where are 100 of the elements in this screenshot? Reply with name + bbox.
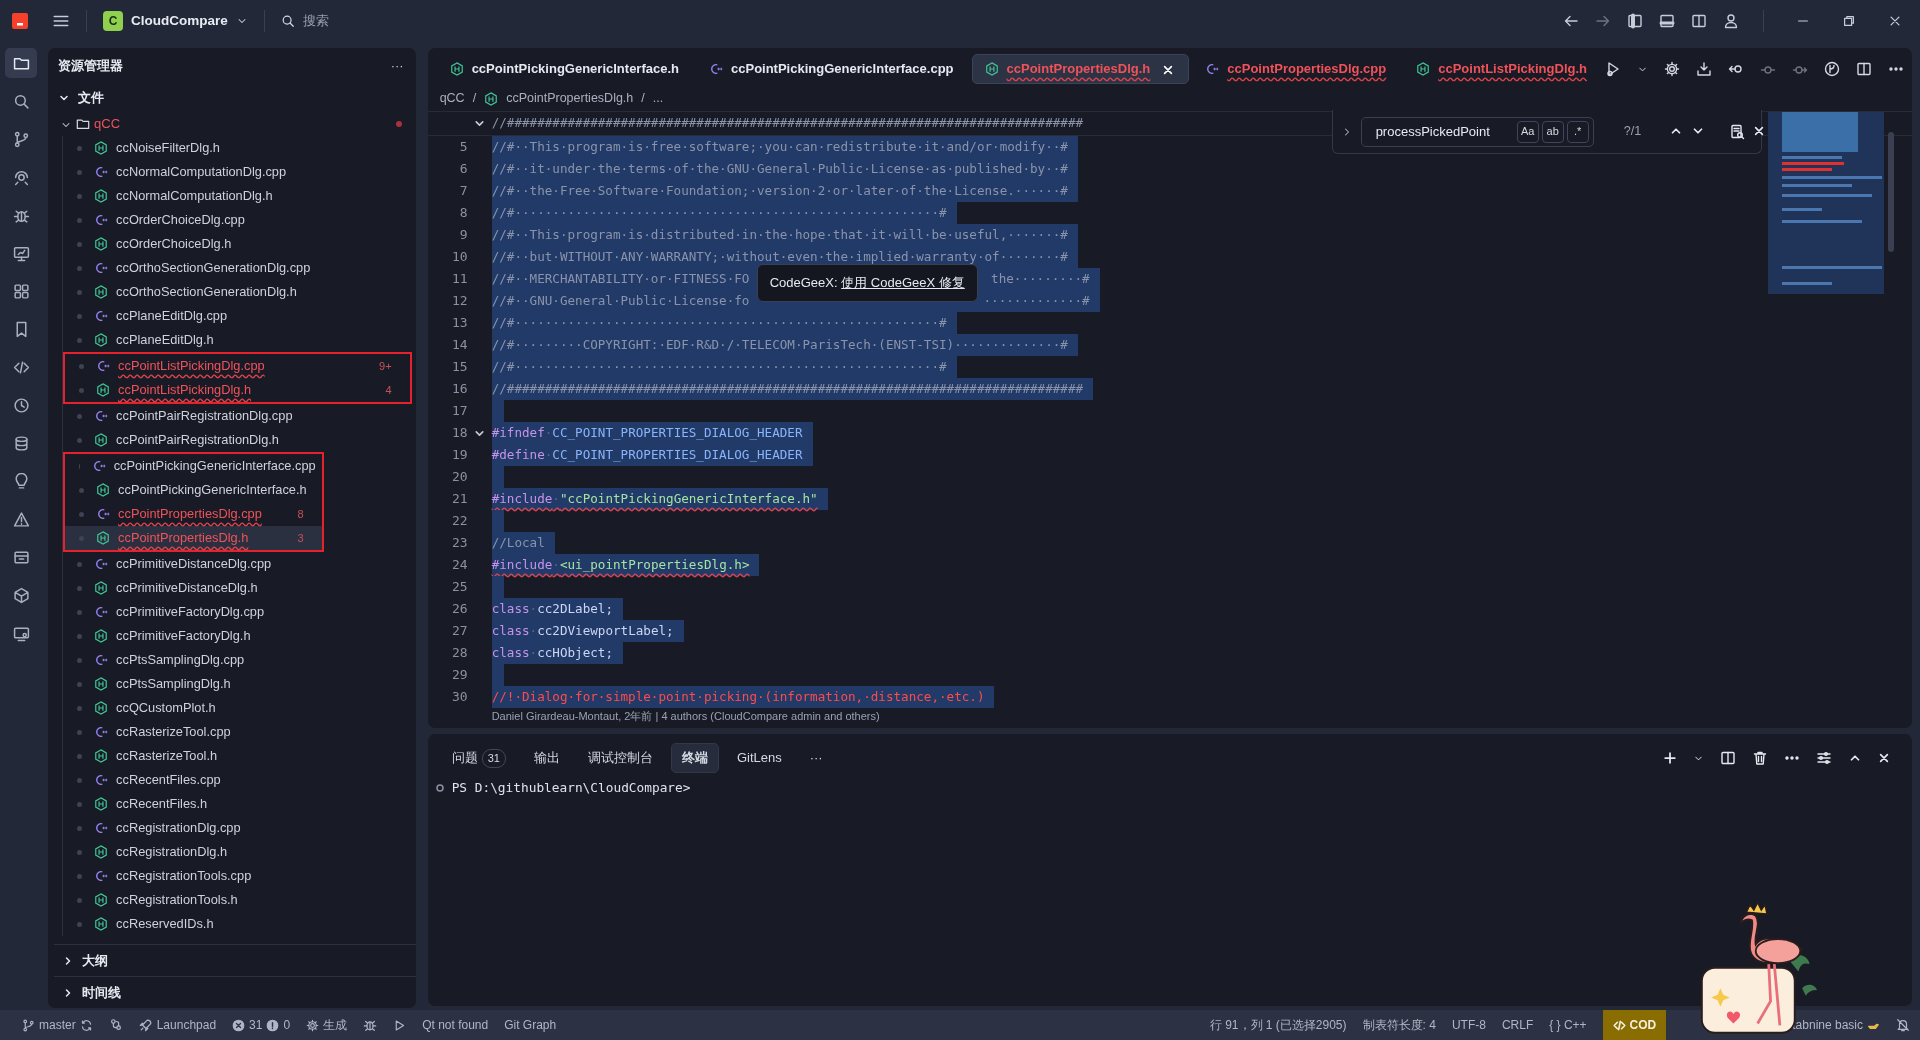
toggle-sidebar-button[interactable] [1627, 13, 1643, 29]
trash-icon[interactable] [1752, 750, 1768, 766]
file-item[interactable]: ccPointPropertiesDlg.h 3 [65, 526, 322, 550]
scrollbar-thumb[interactable] [1887, 132, 1894, 252]
toggle-secondary-sidebar-button[interactable] [1691, 13, 1707, 29]
find-option-toggle[interactable]: .* [1566, 120, 1589, 143]
project-switcher[interactable]: C CloudCompare [103, 10, 248, 32]
file-item[interactable]: ccOrderChoiceDlg.h [63, 232, 412, 256]
editor-tab[interactable]: ccPointPickingGenericInterface.h [437, 54, 693, 84]
file-item[interactable]: ccPrimitiveDistanceDlg.h [63, 576, 412, 600]
share-icon[interactable] [108, 1018, 123, 1032]
find-input-field[interactable]: processPickedPoint Aa ab .* [1360, 116, 1594, 147]
panel-tab[interactable]: 调试控制台 [577, 744, 663, 772]
file-item[interactable]: ccRegistrationDlg.h [63, 840, 412, 864]
folder-item[interactable]: qCC [94, 114, 121, 134]
editor-tab[interactable]: ccPointPropertiesDlg.h [971, 54, 1190, 84]
editor-tab[interactable]: ccPointPickingGenericInterface.cpp [697, 54, 968, 84]
find-option-toggle[interactable]: ab [1541, 120, 1564, 143]
codegeex-status[interactable]: COD [1602, 1010, 1667, 1040]
more-actions-button[interactable]: ··· [390, 56, 404, 76]
file-item[interactable]: ccReservedIDs.h [63, 912, 412, 936]
close-icon[interactable] [1878, 752, 1890, 764]
file-item[interactable]: ccPtsSamplingDlg.cpp [63, 648, 412, 672]
breadcrumb-item[interactable]: qCC [439, 89, 465, 108]
file-item[interactable]: ccPlaneEditDlg.cpp [63, 304, 412, 328]
file-item[interactable]: ccNormalComputationDlg.cpp [63, 160, 412, 184]
git-graph-icon[interactable] [1824, 61, 1840, 77]
search-field[interactable]: 搜索 [280, 11, 329, 31]
back-button[interactable] [1563, 13, 1579, 29]
file-item[interactable]: ccOrthoSectionGenerationDlg.h [63, 280, 412, 304]
file-item[interactable]: ccPointPairRegistrationDlg.h [63, 428, 412, 452]
bell-muted-icon[interactable] [1896, 1018, 1910, 1032]
file-item[interactable]: ccOrderChoiceDlg.cpp [63, 208, 412, 232]
breadcrumb-item[interactable]: ... [652, 89, 664, 108]
split-editor-icon[interactable] [1856, 61, 1872, 77]
bug-icon[interactable] [363, 1018, 378, 1032]
file-item[interactable]: ccPrimitiveFactoryDlg.h [63, 624, 412, 648]
sliders-icon[interactable] [1816, 750, 1832, 766]
close-icon[interactable] [1753, 125, 1766, 138]
file-item[interactable]: ccPlaneEditDlg.h [63, 328, 412, 352]
branch-status[interactable]: master [22, 1016, 93, 1034]
file-item[interactable]: ccRasterizeTool.h [63, 744, 412, 768]
language-status[interactable]: { } C++ [1549, 1016, 1587, 1034]
find-in-selection-icon[interactable] [1729, 123, 1746, 140]
plus-icon[interactable] [1663, 751, 1677, 765]
editor-tab[interactable]: ccPointPropertiesDlg.cpp [1193, 54, 1401, 84]
status-item[interactable]: CRLF [1501, 1016, 1534, 1034]
code-icon [12, 358, 30, 376]
settings-icon[interactable] [1664, 61, 1680, 77]
file-item[interactable]: ccPrimitiveDistanceDlg.cpp [63, 552, 412, 576]
file-item[interactable]: ccPointPropertiesDlg.cpp 8 [65, 502, 322, 526]
panel-tab[interactable]: GitLens [726, 744, 792, 772]
file-item[interactable]: ccRasterizeTool.cpp [63, 720, 412, 744]
file-item[interactable]: ccPointPickingGenericInterface.h [65, 478, 322, 502]
close-button[interactable] [1888, 14, 1902, 28]
panel-tab[interactable]: 输出 [523, 744, 570, 772]
editor-tab[interactable]: ccPointListPickingDlg.h [1404, 54, 1601, 84]
close-icon[interactable] [1162, 63, 1175, 76]
section-header[interactable]: 大纲 [54, 944, 416, 976]
code-line: the·········# [991, 269, 1090, 288]
run-icon[interactable] [393, 1018, 407, 1032]
toggle-panel-button[interactable] [1659, 13, 1675, 29]
file-item[interactable]: ccRegistrationTools.cpp [63, 864, 412, 888]
restore-button[interactable] [1842, 14, 1856, 28]
file-item[interactable]: ccQCustomPlot.h [63, 696, 412, 720]
file-item[interactable]: ccRegistrationTools.h [63, 888, 412, 912]
split-terminal-icon[interactable] [1720, 750, 1736, 766]
status-item[interactable]: 制表符长度: 4 [1362, 1016, 1436, 1034]
breadcrumb-item[interactable]: ccPointPropertiesDlg.h [484, 89, 634, 108]
launchpad-status[interactable]: Launchpad [138, 1016, 217, 1034]
status-item[interactable]: Qt not found [422, 1016, 489, 1034]
status-item[interactable]: 行 91，列 1 (已选择2905) [1209, 1016, 1347, 1034]
file-item[interactable]: ccOrthoSectionGenerationDlg.cpp [63, 256, 412, 280]
problems-status[interactable]: 31 0 [232, 1016, 291, 1034]
status-item[interactable]: UTF-8 [1451, 1016, 1486, 1034]
file-item[interactable]: ccPointPairRegistrationDlg.cpp [63, 404, 412, 428]
run-icon[interactable] [1605, 61, 1621, 77]
account-button[interactable] [1723, 13, 1739, 29]
download-icon[interactable] [1696, 61, 1712, 77]
file-item[interactable]: ccNormalComputationDlg.h [63, 184, 412, 208]
file-item[interactable]: ccPointListPickingDlg.cpp 9+ [65, 354, 410, 378]
panel-tab[interactable]: 问题 31 [441, 744, 516, 772]
forward-button[interactable] [1595, 13, 1611, 29]
section-header[interactable]: 文件 [48, 84, 416, 112]
fix-link[interactable]: 使用 CodeGeeX 修复 [841, 275, 965, 290]
status-item[interactable]: Git Graph [504, 1016, 557, 1034]
panel-tab[interactable]: 终端 [670, 743, 719, 773]
find-option-toggle[interactable]: Aa [1516, 120, 1539, 143]
file-item[interactable]: ccRecentFiles.h [63, 792, 412, 816]
file-item[interactable]: ccRegistrationDlg.cpp [63, 816, 412, 840]
file-item[interactable]: ccPrimitiveFactoryDlg.cpp [63, 600, 412, 624]
section-header[interactable]: 时间线 [54, 976, 416, 1008]
activity-bar-button[interactable] [5, 48, 38, 78]
file-item[interactable]: ccRecentFiles.cpp [63, 768, 412, 792]
file-item[interactable]: ccNoiseFilterDlg.h [63, 136, 412, 160]
file-item[interactable]: ccPtsSamplingDlg.h [63, 672, 412, 696]
build-status[interactable]: 生成 [306, 1016, 348, 1034]
more-tabs-button[interactable]: ··· [799, 744, 833, 772]
file-item[interactable]: ccPointListPickingDlg.h 4 [65, 378, 410, 402]
file-item[interactable]: ccPointPickingGenericInterface.cpp [65, 454, 322, 478]
